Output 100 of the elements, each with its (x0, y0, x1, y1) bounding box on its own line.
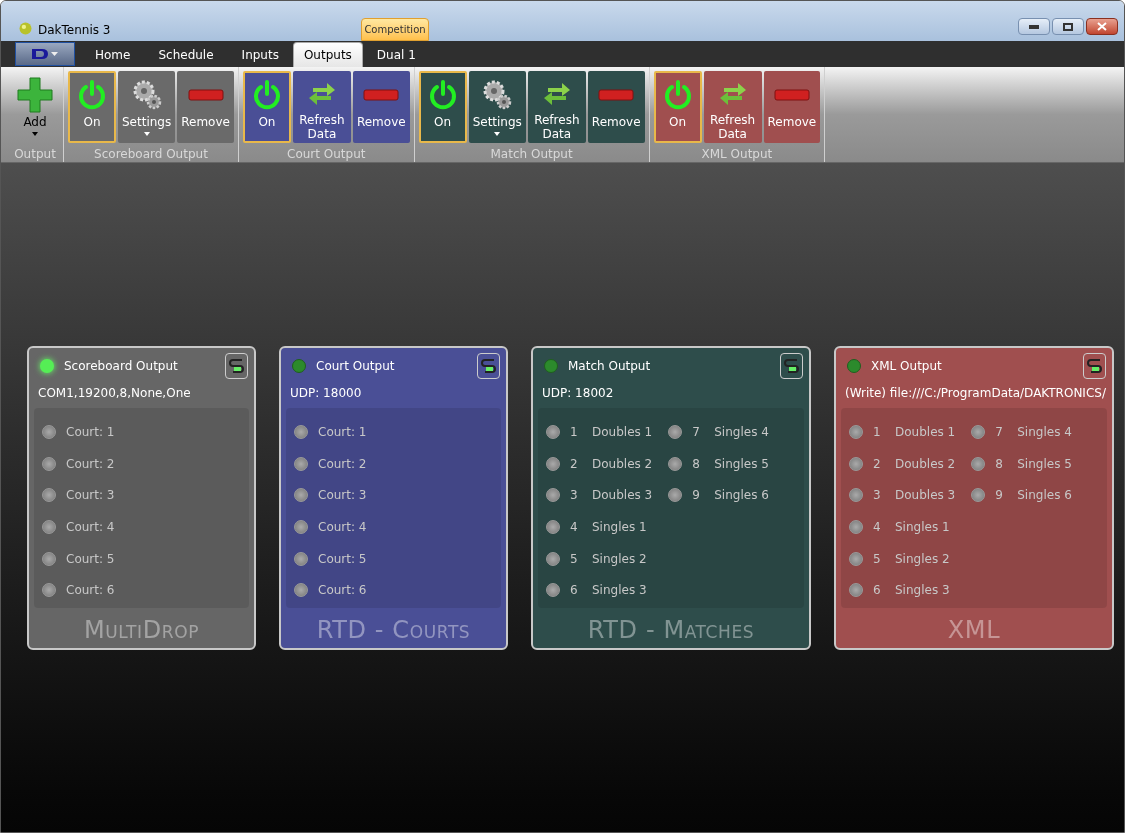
item-indicator (971, 456, 986, 471)
ribbon-button[interactable]: Remove (763, 71, 821, 143)
ribbon-button[interactable]: On (653, 71, 702, 143)
ribbon-button[interactable]: On (242, 71, 291, 143)
connection-button[interactable] (1083, 353, 1106, 379)
close-button[interactable] (1086, 18, 1118, 35)
item-indicator (849, 551, 863, 566)
item-number: 1 (873, 424, 882, 441)
watermark-text: XML (946, 616, 1002, 644)
tennis-ball-icon (19, 22, 32, 35)
item-number: 9 (692, 487, 701, 505)
ribbon-button[interactable]: Settings (118, 71, 176, 143)
ribbon-button[interactable]: Refresh Data (703, 71, 762, 143)
item-label: Singles 5 (1017, 455, 1072, 473)
item-indicator (849, 520, 863, 534)
minus-icon (773, 89, 810, 101)
item-indicator (668, 456, 683, 471)
item-number: 1 (570, 424, 579, 441)
tab[interactable]: Home (81, 43, 145, 67)
item-label: Doubles 1 (592, 424, 653, 441)
tab[interactable]: Schedule (144, 43, 228, 67)
item-indicator (42, 551, 56, 566)
item-label: Doubles 3 (592, 487, 653, 505)
caret-icon (494, 132, 501, 136)
item-indicator (668, 425, 683, 439)
item-label: Court: 3 (318, 487, 367, 505)
item-label: Singles 4 (714, 424, 769, 441)
connection-button[interactable] (225, 353, 248, 379)
item-indicator (546, 551, 560, 566)
item-label: Singles 1 (592, 519, 647, 536)
item-label: Singles 1 (895, 519, 950, 536)
item-indicator (971, 488, 986, 503)
card-title: Match Output (568, 358, 651, 375)
power-icon (663, 80, 692, 110)
ribbon-button[interactable]: Add (11, 71, 59, 143)
tab[interactable]: Outputs (292, 42, 363, 67)
tab[interactable]: Inputs (227, 43, 293, 67)
connection-text: (Write) file:///C:/ProgramData/DAKTRONICS/ (844, 385, 1107, 402)
item-label: Court: 1 (318, 424, 367, 441)
item-number: 8 (692, 455, 701, 473)
tab[interactable]: Dual 1 (362, 43, 430, 67)
group-label: Match Output (490, 146, 573, 163)
ribbon-button[interactable]: Refresh Data (292, 71, 351, 143)
item-label: Doubles 2 (895, 455, 956, 473)
group-label: Output (14, 146, 56, 163)
item-indicator (42, 520, 56, 534)
caret-icon (32, 132, 38, 136)
app-menu-button[interactable] (15, 42, 75, 66)
item-label: Doubles 2 (592, 455, 653, 473)
card-title: Scoreboard Output (64, 358, 178, 375)
power-icon (428, 80, 457, 110)
item-label: Court: 5 (66, 550, 115, 568)
close-icon (1097, 22, 1107, 31)
item-indicator (546, 583, 560, 598)
window-title: DakTennis 3 (38, 22, 111, 39)
item-label: Singles 3 (895, 582, 950, 600)
watermark-text: MultiDrop (83, 616, 200, 644)
maximize-button[interactable] (1052, 18, 1084, 35)
group-label: Court Output (287, 146, 366, 163)
ribbon-button[interactable]: On (418, 71, 467, 143)
minimize-button[interactable] (1018, 18, 1050, 35)
item-label: Doubles 1 (895, 424, 956, 441)
ribbon-button[interactable]: Settings (468, 71, 526, 143)
connection-text: COM1,19200,8,None,One (37, 385, 192, 402)
minimize-icon (1029, 24, 1039, 29)
item-label: Singles 6 (714, 487, 769, 505)
item-indicator (42, 488, 56, 503)
item-indicator (294, 520, 308, 534)
item-label: Court: 5 (318, 550, 367, 568)
context-tab-header: Competition (361, 18, 429, 41)
item-indicator (294, 583, 308, 598)
item-label: Singles 3 (592, 582, 647, 600)
item-indicator (546, 520, 560, 534)
ribbon-button[interactable]: On (68, 71, 116, 143)
ribbon-button[interactable]: Remove (177, 71, 234, 143)
item-number: 5 (570, 550, 579, 568)
item-indicator (546, 488, 560, 503)
ribbon-button[interactable]: Refresh Data (527, 71, 586, 143)
item-number: 3 (873, 487, 882, 505)
item-indicator (849, 425, 863, 439)
plus-icon (17, 77, 53, 113)
watermark-text: RTD - Courts (315, 616, 472, 644)
minus-icon (598, 89, 635, 101)
item-label: Singles 4 (1017, 424, 1072, 441)
ribbon-button[interactable]: Remove (587, 71, 645, 143)
item-label: Court: 6 (318, 582, 367, 600)
item-number: 2 (570, 455, 579, 473)
connection-button[interactable] (477, 353, 500, 379)
card-title: XML Output (871, 358, 942, 375)
item-number: 7 (995, 424, 1004, 441)
connection-button[interactable] (780, 353, 803, 379)
item-label: Court: 4 (66, 519, 115, 536)
gears-icon (481, 79, 514, 111)
item-label: Singles 2 (895, 550, 950, 568)
item-label: Doubles 3 (895, 487, 956, 505)
item-indicator (849, 456, 863, 471)
item-indicator (546, 425, 560, 439)
connection-text: UDP: 18002 (541, 385, 615, 402)
plug-icon (1087, 358, 1102, 374)
ribbon-button[interactable]: Remove (352, 71, 410, 143)
